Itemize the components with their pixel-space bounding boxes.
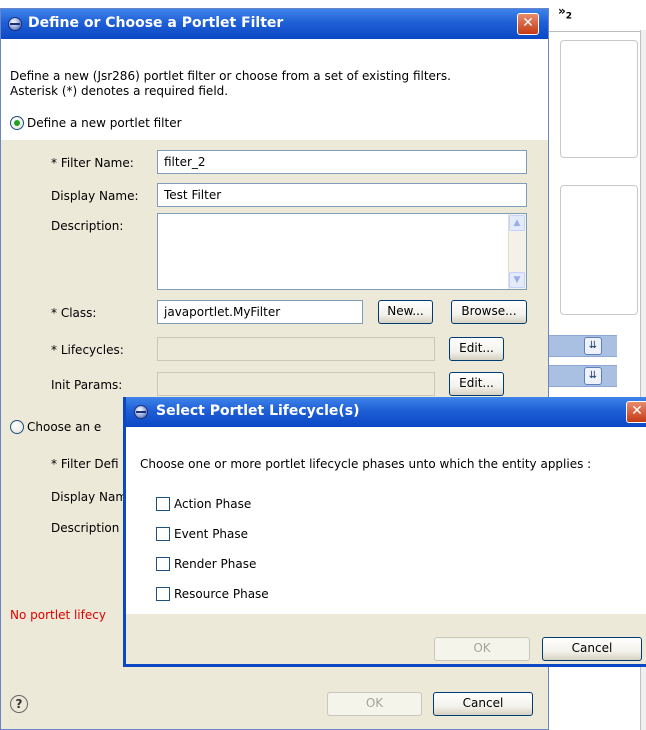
lifecycle-ok-button[interactable]: OK bbox=[434, 637, 530, 661]
edit-lifecycles-button[interactable]: Edit... bbox=[449, 337, 504, 361]
lifecycle-close-button[interactable]: ✕ bbox=[626, 401, 646, 423]
existing-display-name-label: Display Nam bbox=[51, 490, 128, 504]
existing-description-label: Description bbox=[51, 521, 120, 535]
define-new-filter-radio[interactable] bbox=[10, 116, 24, 130]
resource-phase-label[interactable]: Resource Phase bbox=[174, 587, 269, 601]
dialog-description-line-1: Define a new (Jsr286) portlet filter or … bbox=[10, 69, 451, 83]
close-button[interactable]: ✕ bbox=[517, 13, 539, 35]
filter-name-label: * Filter Name: bbox=[51, 156, 134, 170]
lifecycles-label: * Lifecycles: bbox=[51, 343, 124, 357]
dialog-message-area: Define a new (Jsr286) portlet filter or … bbox=[1, 39, 548, 139]
more-tabs-chevron[interactable]: »2 bbox=[558, 4, 572, 21]
scroll-up-icon[interactable]: ▲ bbox=[509, 215, 525, 231]
init-params-input bbox=[157, 372, 435, 396]
background-panel-middle bbox=[560, 185, 638, 315]
eclipse-app-icon bbox=[8, 17, 22, 31]
background-section-bar-2 bbox=[549, 365, 617, 387]
lifecycles-input bbox=[157, 337, 435, 361]
lifecycle-dialog-titlebar: Select Portlet Lifecycle(s) ✕ bbox=[126, 397, 646, 427]
edit-init-params-button[interactable]: Edit... bbox=[449, 372, 504, 396]
action-phase-checkbox[interactable] bbox=[156, 497, 170, 511]
lifecycle-instruction: Choose one or more portlet lifecycle pha… bbox=[140, 457, 592, 471]
render-phase-checkbox[interactable] bbox=[156, 557, 170, 571]
resource-phase-checkbox[interactable] bbox=[156, 587, 170, 601]
display-name-input[interactable]: Test Filter bbox=[157, 183, 527, 207]
render-phase-label[interactable]: Render Phase bbox=[174, 557, 256, 571]
description-scrollbar[interactable]: ▲ ▼ bbox=[508, 214, 526, 289]
choose-existing-filter-label[interactable]: Choose an e bbox=[27, 420, 101, 434]
description-textarea[interactable]: ▲ ▼ bbox=[157, 213, 527, 290]
eclipse-app-icon bbox=[134, 405, 148, 419]
close-icon: ✕ bbox=[522, 15, 534, 31]
double-chevron-down-icon[interactable]: ⇊ bbox=[584, 367, 602, 385]
dialog-description-line-2: Asterisk (*) denotes a required field. bbox=[10, 84, 229, 98]
class-input[interactable]: javaportlet.MyFilter bbox=[157, 300, 363, 324]
dialog-title: Define or Choose a Portlet Filter bbox=[28, 15, 284, 31]
lifecycle-dialog-title: Select Portlet Lifecycle(s) bbox=[156, 403, 360, 419]
event-phase-checkbox[interactable] bbox=[156, 527, 170, 541]
new-class-button[interactable]: New... bbox=[378, 300, 433, 324]
select-lifecycle-dialog: Select Portlet Lifecycle(s) ✕ Choose one… bbox=[123, 397, 646, 667]
background-panel-top bbox=[560, 40, 638, 158]
help-icon[interactable]: ? bbox=[10, 695, 28, 713]
error-message: No portlet lifecy bbox=[10, 608, 106, 622]
choose-existing-filter-radio[interactable] bbox=[10, 420, 24, 434]
background-section-bar-1 bbox=[549, 335, 617, 357]
cancel-button[interactable]: Cancel bbox=[433, 692, 533, 716]
event-phase-label[interactable]: Event Phase bbox=[174, 527, 248, 541]
existing-filter-definition-label: * Filter Defi bbox=[51, 457, 119, 471]
description-label: Description: bbox=[51, 219, 124, 233]
double-chevron-down-icon[interactable]: ⇊ bbox=[584, 337, 602, 355]
scroll-down-icon[interactable]: ▼ bbox=[509, 272, 525, 288]
lifecycle-dialog-body: Choose one or more portlet lifecycle pha… bbox=[126, 427, 646, 614]
class-label: * Class: bbox=[51, 306, 97, 320]
close-icon: ✕ bbox=[631, 403, 643, 419]
action-phase-label[interactable]: Action Phase bbox=[174, 497, 251, 511]
browse-class-button[interactable]: Browse... bbox=[451, 300, 527, 324]
display-name-label: Display Name: bbox=[51, 189, 139, 203]
define-new-filter-label[interactable]: Define a new portlet filter bbox=[27, 116, 182, 130]
lifecycle-cancel-button[interactable]: Cancel bbox=[542, 637, 642, 661]
init-params-label: Init Params: bbox=[51, 378, 123, 392]
divider bbox=[1, 139, 548, 140]
filter-name-input[interactable]: filter_2 bbox=[157, 150, 527, 174]
ok-button[interactable]: OK bbox=[327, 692, 422, 716]
dialog-titlebar: Define or Choose a Portlet Filter ✕ bbox=[1, 9, 548, 39]
